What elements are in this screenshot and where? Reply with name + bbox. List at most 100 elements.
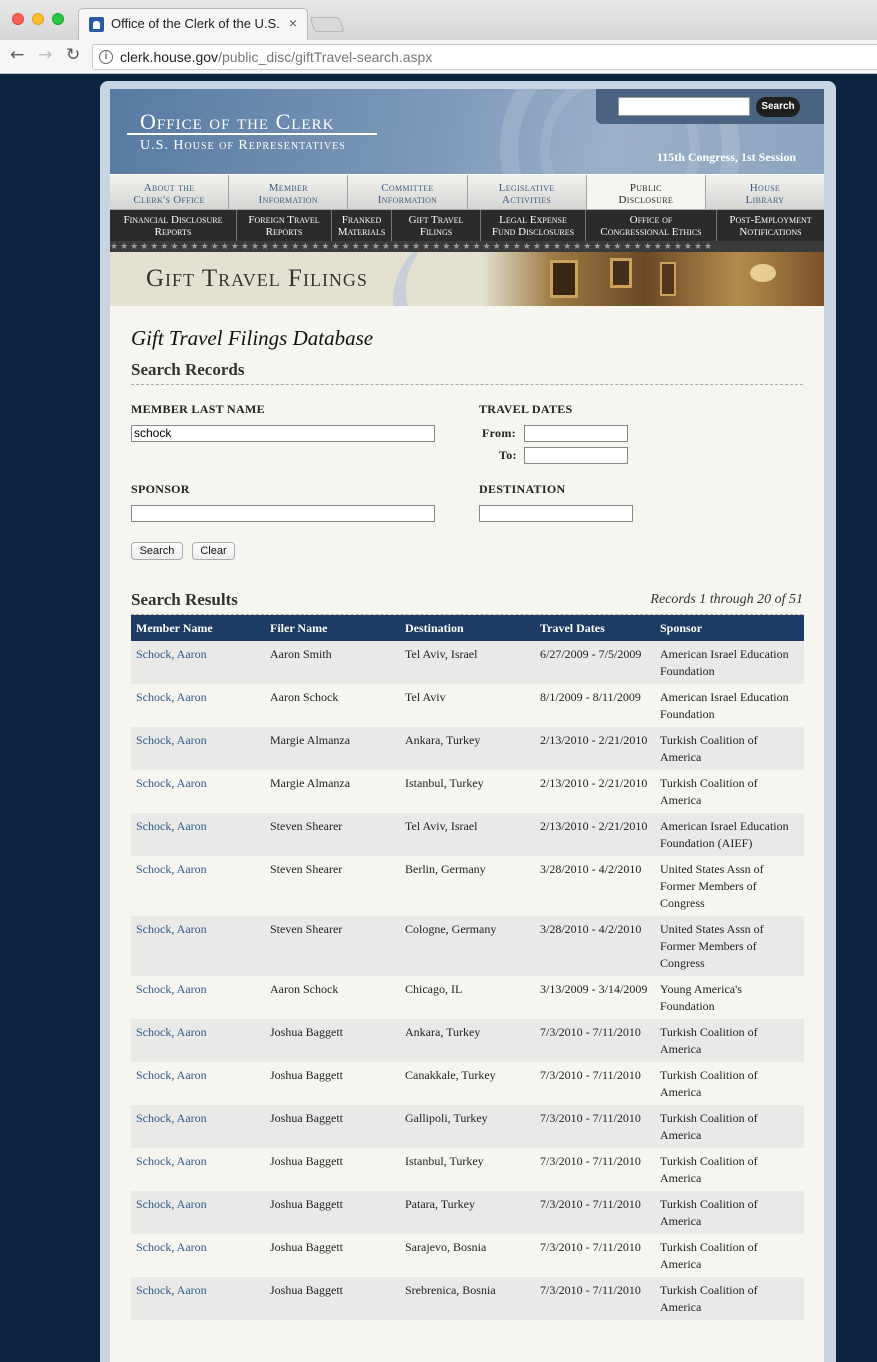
portrait-frame xyxy=(610,258,632,288)
divider xyxy=(131,384,803,385)
primary-nav: About the Clerk's Office Member Informatio… xyxy=(110,174,824,210)
nav-public-disclosure[interactable]: Public Disclosure xyxy=(586,175,706,209)
column-header-member[interactable]: Member Name xyxy=(131,615,265,641)
info-icon[interactable]: i xyxy=(99,50,113,64)
filer-name: Joshua Baggett xyxy=(265,1277,400,1320)
sponsor: Turkish Coalition of America xyxy=(655,1105,804,1148)
sponsor-input[interactable] xyxy=(131,505,435,522)
destination: Chicago, IL xyxy=(400,976,535,1019)
sponsor: Turkish Coalition of America xyxy=(655,1191,804,1234)
member-last-name-input[interactable]: schock xyxy=(131,425,435,442)
travel-dates: 3/28/2010 - 4/2/2010 xyxy=(535,916,655,976)
destination-input[interactable] xyxy=(479,505,633,522)
destination: Gallipoli, Turkey xyxy=(400,1105,535,1148)
subnav-congressional-ethics[interactable]: Office of Congressional Ethics xyxy=(586,210,717,241)
member-name-link[interactable]: Schock, Aaron xyxy=(131,916,265,976)
chandelier-graphic xyxy=(750,264,776,282)
capitol-favicon-icon xyxy=(89,17,104,32)
nav-legislative-activities[interactable]: Legislative Activities xyxy=(468,175,587,209)
close-window-button[interactable] xyxy=(12,13,24,25)
nav-member-information[interactable]: Member Information xyxy=(229,175,349,209)
star-border: ★★★★★★★★★★★★★★★★★★★★★★★★★★★★★★★★★★★★★★★★… xyxy=(110,241,824,252)
filer-name: Steven Shearer xyxy=(265,813,400,856)
travel-dates: 7/3/2010 - 7/11/2010 xyxy=(535,1148,655,1191)
travel-dates: 2/13/2010 - 2/21/2010 xyxy=(535,727,655,770)
page-title: Gift Travel Filings Database xyxy=(131,326,374,350)
member-name-link[interactable]: Schock, Aaron xyxy=(131,1148,265,1191)
destination: Sarajevo, Bosnia xyxy=(400,1234,535,1277)
travel-dates: 7/3/2010 - 7/11/2010 xyxy=(535,1105,655,1148)
browser-titlebar: Office of the Clerk of the U.S. H × xyxy=(0,0,877,40)
site-header: Office of the Clerk U.S. House of Repres… xyxy=(110,89,824,174)
subnav-financial-disclosure[interactable]: Financial Disclosure Reports xyxy=(110,210,237,241)
travel-dates: 2/13/2010 - 2/21/2010 xyxy=(535,770,655,813)
member-name-link[interactable]: Schock, Aaron xyxy=(131,1277,265,1320)
subnav-legal-expense[interactable]: Legal Expense Fund Disclosures xyxy=(481,210,586,241)
subnav-gift-travel[interactable]: Gift Travel Filings xyxy=(392,210,481,241)
member-name-link[interactable]: Schock, Aaron xyxy=(131,1191,265,1234)
site-search-button[interactable]: Search xyxy=(756,97,800,117)
new-tab-button[interactable] xyxy=(309,17,345,32)
subnav-label-line1: Legal Expense xyxy=(499,214,567,226)
travel-dates: 7/3/2010 - 7/11/2010 xyxy=(535,1062,655,1105)
column-header-sponsor[interactable]: Sponsor xyxy=(655,615,804,641)
nav-committee-information[interactable]: Committee Information xyxy=(348,175,468,209)
nav-label-line1: About the xyxy=(143,182,195,194)
destination: Berlin, Germany xyxy=(400,856,535,916)
member-name-link[interactable]: Schock, Aaron xyxy=(131,641,265,684)
subnav-foreign-travel[interactable]: Foreign Travel Reports xyxy=(237,210,332,241)
travel-dates: 3/28/2010 - 4/2/2010 xyxy=(535,856,655,916)
reload-icon[interactable]: ↻ xyxy=(66,45,80,65)
filer-name: Aaron Schock xyxy=(265,976,400,1019)
destination: Istanbul, Turkey xyxy=(400,1148,535,1191)
table-row: Schock, Aaron Joshua Baggett Ankara, Turke… xyxy=(131,1019,804,1062)
nav-house-library[interactable]: House Library xyxy=(706,175,824,209)
member-name-link[interactable]: Schock, Aaron xyxy=(131,1019,265,1062)
nav-about-clerks-office[interactable]: About the Clerk's Office xyxy=(110,175,230,209)
subnav-label-line2: Reports xyxy=(265,226,303,238)
filer-name: Steven Shearer xyxy=(265,916,400,976)
forward-arrow-icon[interactable]: → xyxy=(38,45,52,65)
column-header-travel-dates[interactable]: Travel Dates xyxy=(535,615,655,641)
column-header-filer[interactable]: Filer Name xyxy=(265,615,400,641)
subnav-label-line1: Financial Disclosure xyxy=(123,214,223,226)
subnav-franked-materials[interactable]: Franked Materials xyxy=(332,210,392,241)
member-name-link[interactable]: Schock, Aaron xyxy=(131,770,265,813)
member-name-link[interactable]: Schock, Aaron xyxy=(131,856,265,916)
subnav-post-employment[interactable]: Post-Employment Notifications xyxy=(717,210,824,241)
clear-button[interactable]: Clear xyxy=(192,542,235,560)
subnav-label-line1: Post-Employment xyxy=(729,214,812,226)
browser-tab[interactable]: Office of the Clerk of the U.S. H × xyxy=(78,8,308,40)
table-row: Schock, Aaron Steven Shearer Cologne, Germ… xyxy=(131,916,804,976)
search-button[interactable]: Search xyxy=(131,542,183,560)
nav-label-line2: Information xyxy=(258,194,318,206)
table-row: Schock, Aaron Steven Shearer Berlin, Germa… xyxy=(131,856,804,916)
member-name-link[interactable]: Schock, Aaron xyxy=(131,684,265,727)
nav-label-line1: House xyxy=(749,182,781,194)
member-name-link[interactable]: Schock, Aaron xyxy=(131,1234,265,1277)
from-date-input[interactable] xyxy=(524,425,628,442)
address-bar[interactable]: i clerk.house.gov/public_disc/giftTravel… xyxy=(92,44,877,70)
site-title[interactable]: Office of the Clerk xyxy=(140,109,334,135)
member-name-link[interactable]: Schock, Aaron xyxy=(131,727,265,770)
records-count: Records 1 through 20 of 51 xyxy=(650,592,803,607)
zoom-window-button[interactable] xyxy=(52,13,64,25)
travel-dates-label: TRAVEL DATES xyxy=(479,402,573,416)
table-row: Schock, Aaron Joshua Baggett Canakkale, Tu… xyxy=(131,1062,804,1105)
member-name-link[interactable]: Schock, Aaron xyxy=(131,976,265,1019)
subnav-label-line1: Franked xyxy=(341,214,382,226)
to-date-input[interactable] xyxy=(524,447,628,464)
tab-title: Office of the Clerk of the U.S. H xyxy=(111,16,283,31)
column-header-destination[interactable]: Destination xyxy=(400,615,535,641)
tab-close-icon[interactable]: × xyxy=(289,15,297,31)
site-search-input[interactable] xyxy=(618,97,750,116)
minimize-window-button[interactable] xyxy=(32,13,44,25)
member-name-link[interactable]: Schock, Aaron xyxy=(131,1062,265,1105)
destination-label: DESTINATION xyxy=(479,482,566,496)
site-subtitle: U.S. House of Representatives xyxy=(140,138,346,153)
member-name-link[interactable]: Schock, Aaron xyxy=(131,813,265,856)
back-arrow-icon[interactable]: ← xyxy=(10,45,24,65)
nav-label-line2: Library xyxy=(745,194,785,206)
results-table: Member Name Filer Name Destination Trave… xyxy=(131,615,804,1320)
member-name-link[interactable]: Schock, Aaron xyxy=(131,1105,265,1148)
